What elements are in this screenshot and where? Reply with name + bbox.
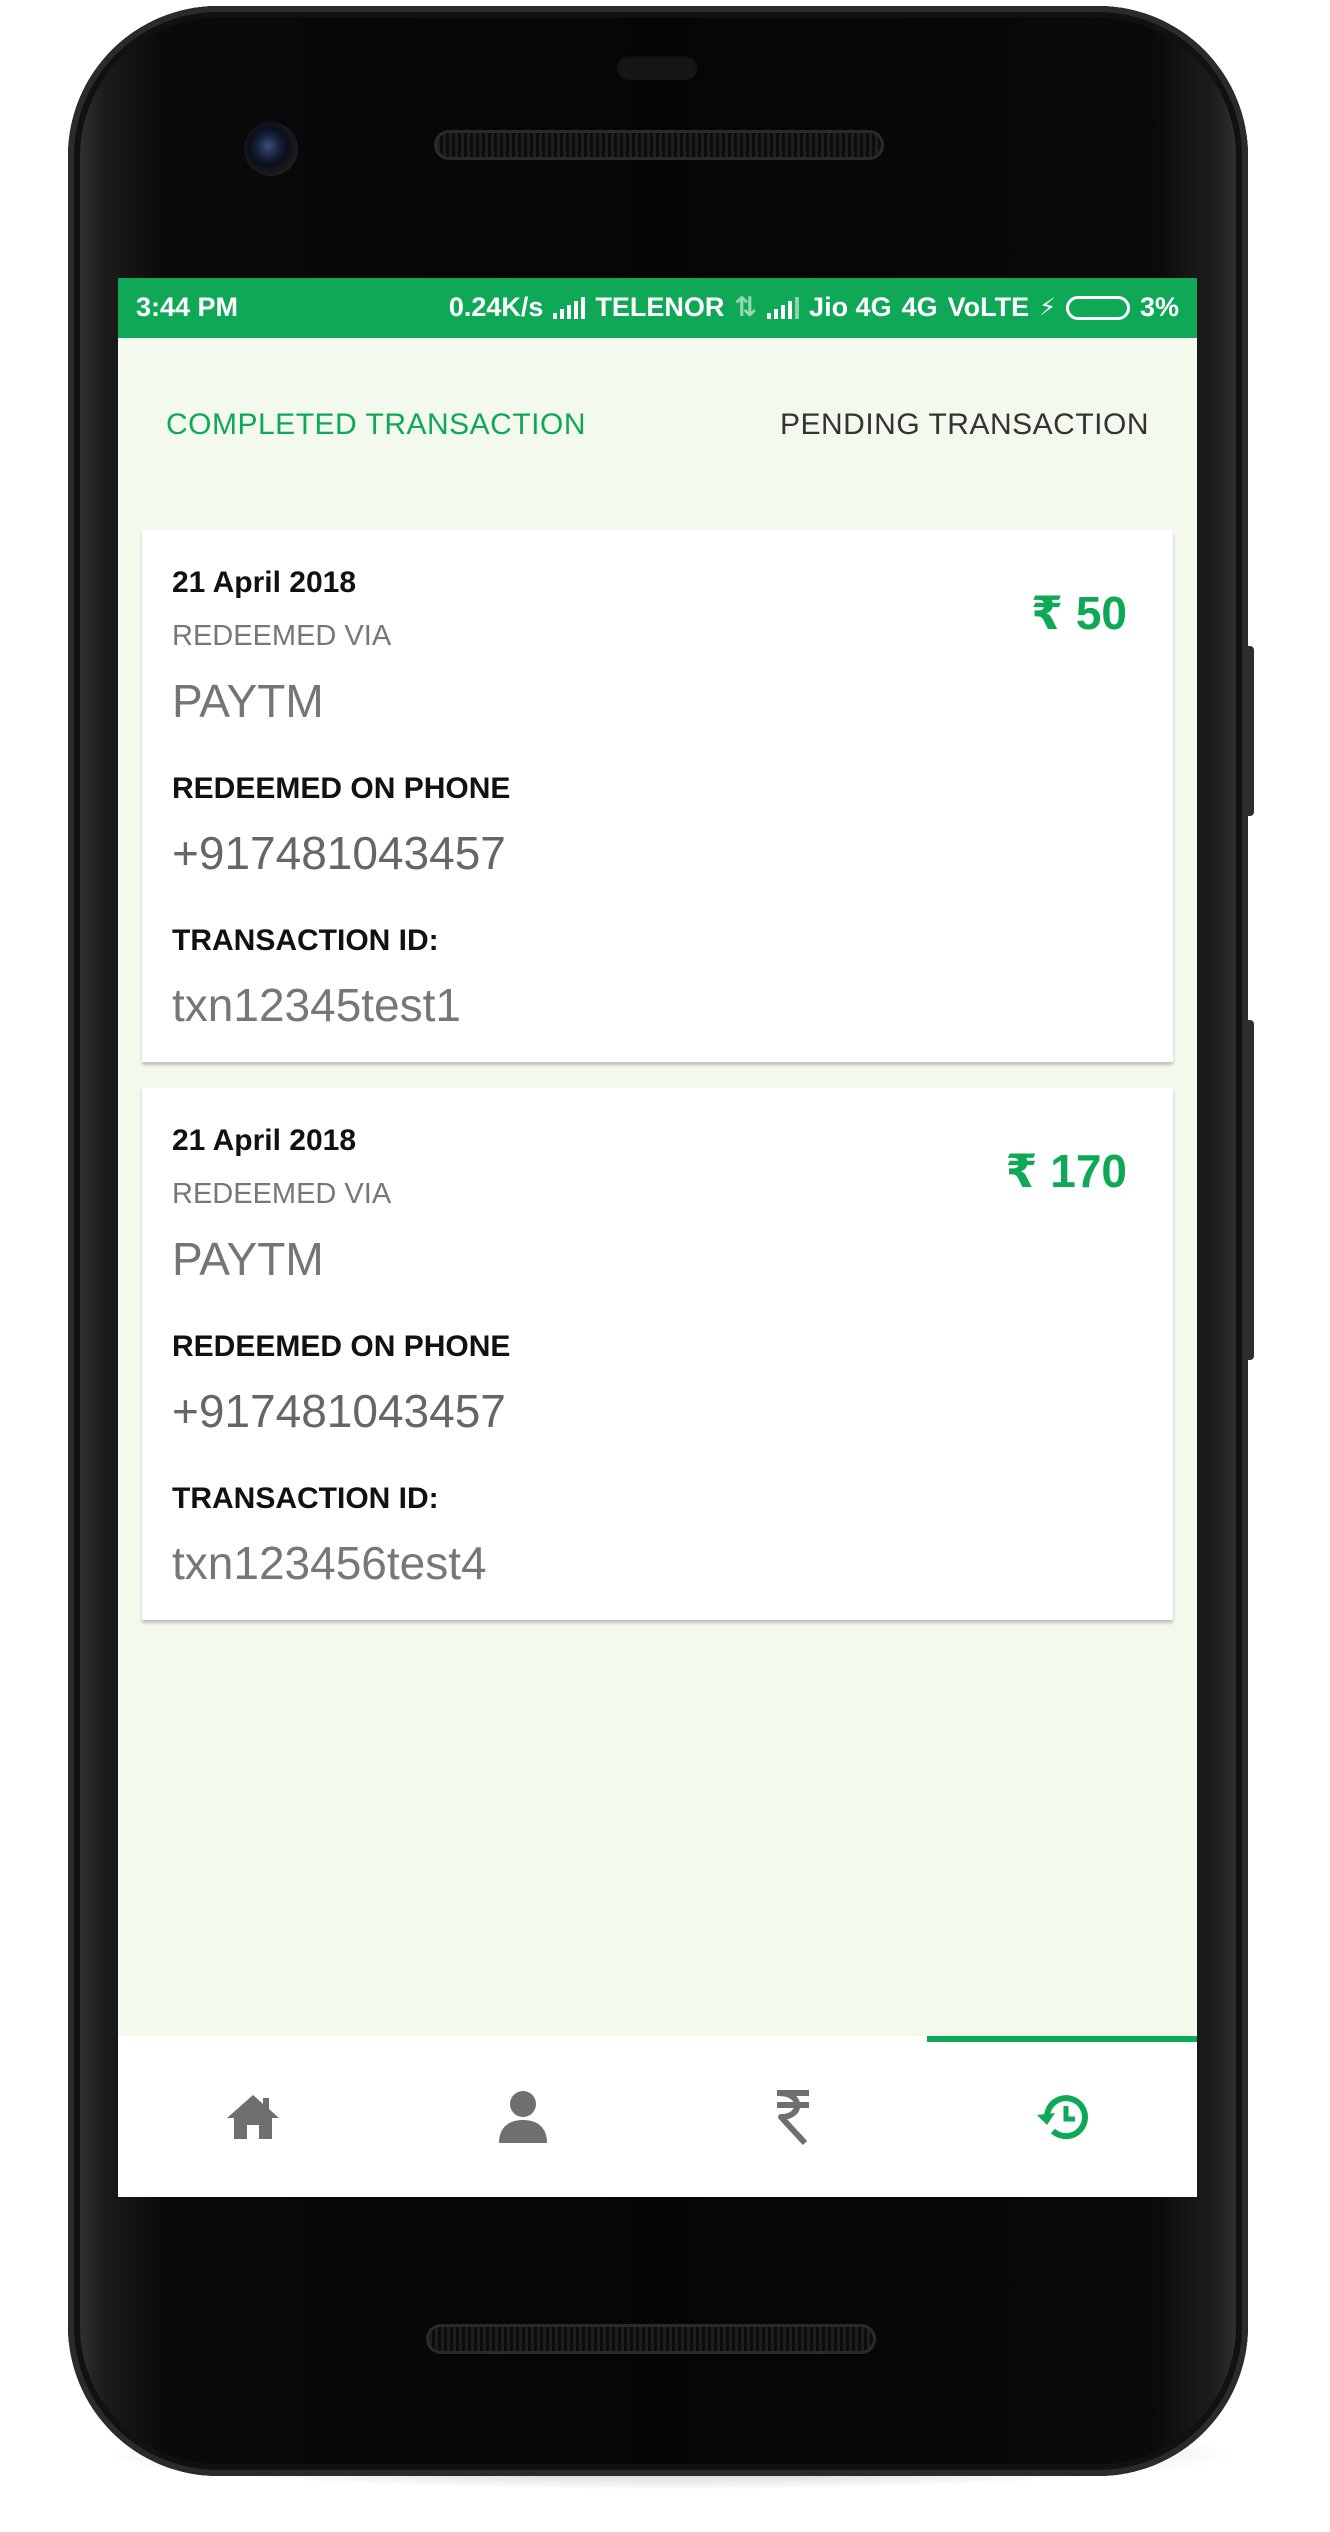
rupee-icon xyxy=(777,2089,809,2145)
transaction-id-label: TRANSACTION ID: xyxy=(172,1482,439,1515)
redeemed-via-value: PAYTM xyxy=(172,675,324,727)
tab-pending-transaction[interactable]: PENDING TRANSACTION xyxy=(780,408,1149,442)
volte-label: VoLTE xyxy=(947,292,1030,322)
status-time: 3:44 PM xyxy=(136,292,239,322)
battery-icon xyxy=(1065,295,1130,320)
volume-button xyxy=(1244,646,1254,816)
signal-icon xyxy=(553,296,586,319)
transaction-card[interactable]: 21 April 2018 REDEEMED VIA PAYTM ₹ 170 R… xyxy=(142,1088,1173,1620)
bottom-navigation xyxy=(118,2036,1197,2197)
redeemed-phone-label: REDEEMED ON PHONE xyxy=(172,772,511,805)
carrier-telenor: TELENOR xyxy=(595,292,725,322)
home-icon xyxy=(227,2094,279,2139)
front-sensor xyxy=(616,54,698,80)
signal-icon xyxy=(767,296,800,319)
redeemed-via-value: PAYTM xyxy=(172,1233,324,1285)
charging-icon: ⚡ xyxy=(1039,294,1056,321)
transaction-date: 21 April 2018 xyxy=(172,1124,356,1157)
transaction-date: 21 April 2018 xyxy=(172,566,356,599)
profile-icon xyxy=(499,2090,547,2143)
nav-redeem[interactable] xyxy=(658,2036,928,2197)
redeemed-via-label: REDEEMED VIA xyxy=(172,620,392,652)
transaction-tabs: COMPLETED TRANSACTION PENDING TRANSACTIO… xyxy=(118,338,1197,508)
power-button xyxy=(1244,1020,1254,1360)
battery-percent: 3% xyxy=(1139,292,1179,322)
transaction-id-value: txn12345test1 xyxy=(172,979,462,1031)
status-indicators: 0.24K/s TELENOR ⇅ Jio 4G 4G VoLTE ⚡ 3% xyxy=(449,292,1179,323)
app-screen: 3:44 PM 0.24K/s TELENOR ⇅ Jio 4G 4G VoLT… xyxy=(118,278,1197,2197)
status-bar: 3:44 PM 0.24K/s TELENOR ⇅ Jio 4G 4G VoLT… xyxy=(118,278,1197,338)
transaction-id-label: TRANSACTION ID: xyxy=(172,924,439,957)
carrier-jio: Jio 4G xyxy=(809,292,892,322)
transaction-amount: ₹ 170 xyxy=(1005,1145,1127,1197)
tab-completed-transaction[interactable]: COMPLETED TRANSACTION xyxy=(166,408,586,442)
nav-home[interactable] xyxy=(118,2036,388,2197)
transaction-id-value: txn123456test4 xyxy=(172,1537,487,1589)
redeemed-phone-label: REDEEMED ON PHONE xyxy=(172,1330,511,1363)
top-speaker-grille xyxy=(434,130,884,160)
data-arrows-icon: ⇅ xyxy=(734,292,758,322)
transaction-amount: ₹ 50 xyxy=(1031,587,1127,639)
transaction-card[interactable]: 21 April 2018 REDEEMED VIA PAYTM ₹ 50 RE… xyxy=(142,530,1173,1062)
nav-profile[interactable] xyxy=(388,2036,658,2197)
front-camera xyxy=(244,122,298,176)
history-icon xyxy=(1037,2094,1088,2139)
nav-history[interactable] xyxy=(928,2036,1197,2197)
network-speed: 0.24K/s xyxy=(448,292,544,322)
redeemed-via-label: REDEEMED VIA xyxy=(172,1178,392,1210)
redeemed-phone-value: +917481043457 xyxy=(172,827,506,879)
redeemed-phone-value: +917481043457 xyxy=(172,1385,506,1437)
network-type: 4G xyxy=(901,292,938,322)
bottom-speaker-grille xyxy=(426,2324,876,2354)
